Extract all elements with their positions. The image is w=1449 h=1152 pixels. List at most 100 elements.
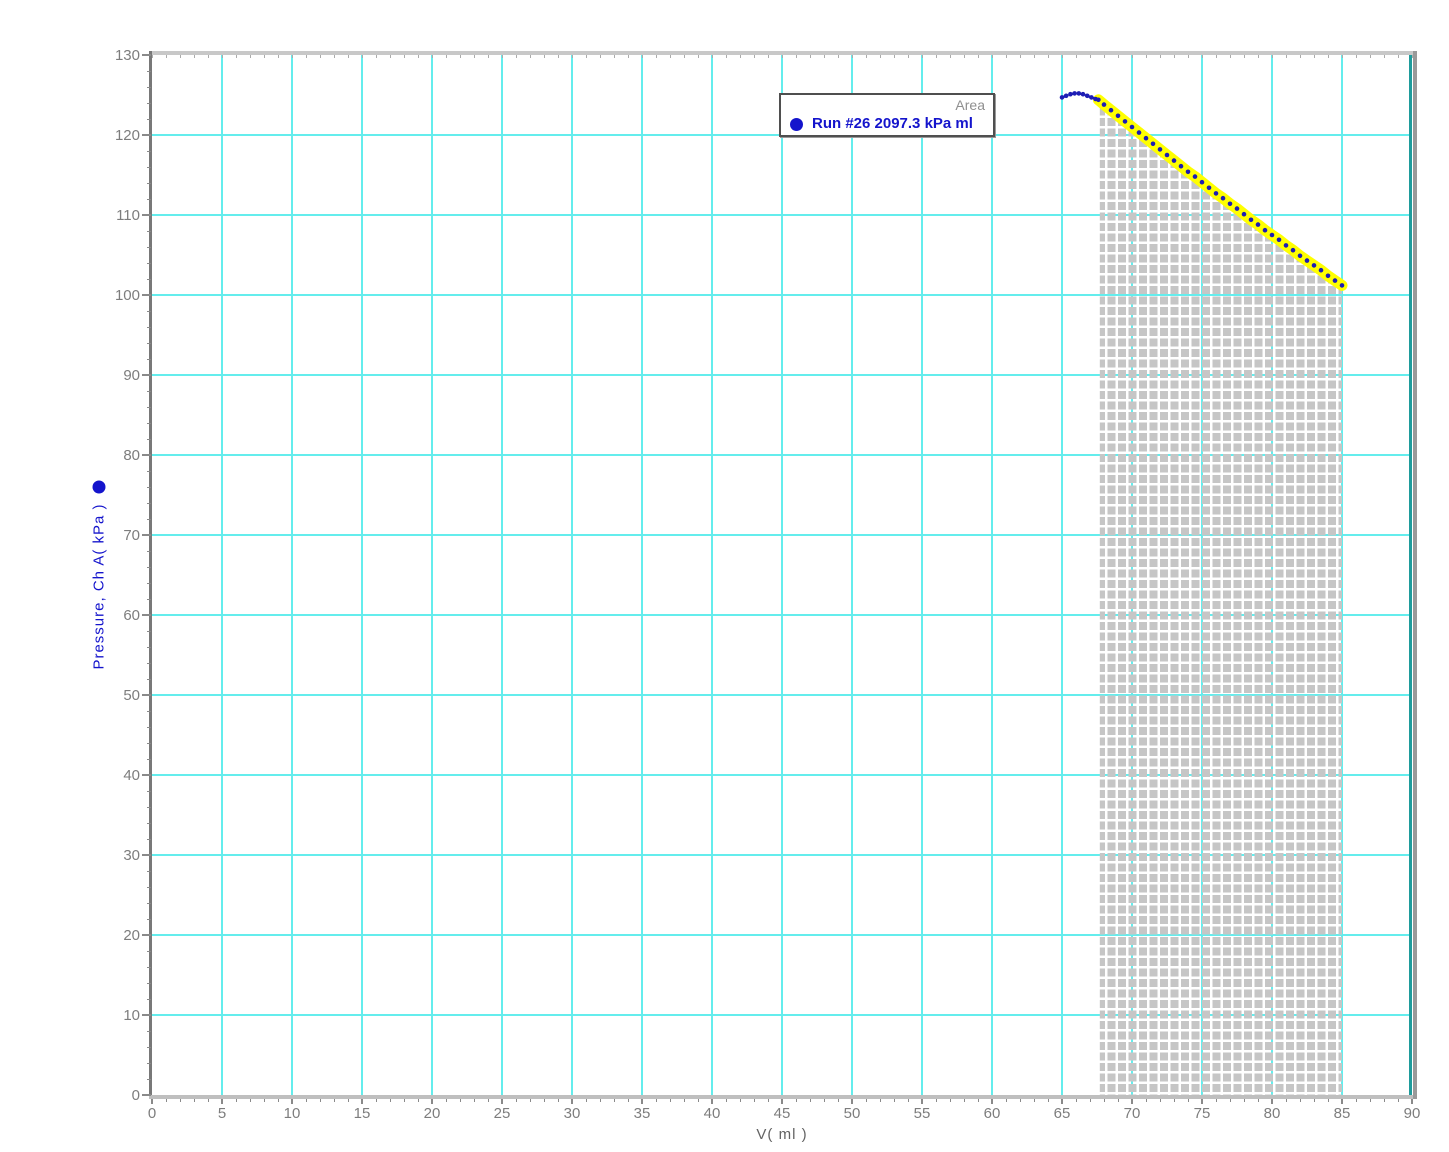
x-tick-mark: [1019, 1099, 1021, 1102]
x-top-tick-mark: [697, 55, 699, 58]
legend-area-label: Area: [955, 97, 985, 113]
y-tick-mark: [142, 134, 151, 136]
y-tick-mark: [147, 438, 151, 440]
y-tick-mark: [147, 182, 151, 184]
x-top-tick-mark: [1355, 55, 1357, 58]
plot-area[interactable]: [152, 55, 1412, 1095]
y-tick-mark: [147, 326, 151, 328]
x-top-tick-mark: [1187, 55, 1189, 58]
x-top-tick-mark: [893, 55, 895, 58]
x-top-tick-mark: [1117, 55, 1119, 58]
x-tick-mark: [1355, 1099, 1357, 1102]
y-tick-label: 90: [123, 367, 140, 384]
x-tick-mark: [613, 1099, 615, 1102]
y-tick-mark: [147, 790, 151, 792]
y-tick-mark: [147, 278, 151, 280]
y-tick-mark: [142, 774, 151, 776]
y-tick-mark: [147, 966, 151, 968]
x-tick-mark: [781, 1099, 783, 1104]
x-top-tick-mark: [655, 55, 657, 58]
x-top-tick-mark: [165, 55, 167, 58]
y-tick-mark: [142, 934, 151, 936]
x-tick-mark: [1327, 1099, 1329, 1102]
y-tick-mark: [147, 582, 151, 584]
x-tick-mark: [389, 1099, 391, 1102]
x-tick-mark: [543, 1099, 545, 1102]
x-tick-mark: [1383, 1099, 1385, 1102]
x-top-tick-mark: [1271, 55, 1273, 58]
plot-border-right: [1413, 51, 1417, 1099]
y-tick-mark: [147, 678, 151, 680]
x-tick-mark: [1033, 1099, 1035, 1102]
y-tick-mark: [147, 486, 151, 488]
y-tick-mark: [147, 982, 151, 984]
x-tick-label: 25: [493, 1105, 511, 1122]
y-tick-label: 60: [123, 607, 140, 624]
x-tick-mark: [907, 1099, 909, 1102]
x-tick-mark: [753, 1099, 755, 1102]
x-top-tick-mark: [473, 55, 475, 58]
y-tick-mark: [147, 150, 151, 152]
x-top-tick-mark: [403, 55, 405, 58]
x-top-tick-mark: [389, 55, 391, 58]
x-top-tick-mark: [543, 55, 545, 58]
y-tick-mark: [147, 870, 151, 872]
x-tick-label: 75: [1193, 1105, 1211, 1122]
x-top-tick-mark: [711, 55, 713, 58]
x-tick-mark: [221, 1099, 223, 1104]
x-top-tick-mark: [277, 55, 279, 58]
x-tick-mark: [333, 1099, 335, 1102]
x-tick-mark: [305, 1099, 307, 1102]
x-tick-mark: [1313, 1099, 1315, 1102]
x-tick-mark: [529, 1099, 531, 1102]
x-top-tick-mark: [1159, 55, 1161, 58]
x-tick-mark: [431, 1099, 433, 1104]
x-top-tick-mark: [977, 55, 979, 58]
x-top-tick-mark: [291, 55, 293, 58]
y-tick-mark: [147, 198, 151, 200]
y-tick-mark: [147, 518, 151, 520]
x-top-tick-mark: [459, 55, 461, 58]
x-axis-title: V( ml ): [756, 1126, 808, 1143]
y-tick-mark: [147, 550, 151, 552]
x-tick-mark: [809, 1099, 811, 1102]
x-top-tick-mark: [585, 55, 587, 58]
x-tick-mark: [151, 1099, 153, 1104]
legend-run-row: Run #26 2097.3 kPa ml: [790, 115, 985, 133]
y-tick-label: 40: [123, 767, 140, 784]
x-top-tick-mark: [641, 55, 643, 58]
x-tick-mark: [277, 1099, 279, 1102]
x-top-tick-mark: [683, 55, 685, 58]
x-top-tick-mark: [1215, 55, 1217, 58]
x-tick-mark: [1271, 1099, 1273, 1104]
x-tick-mark: [193, 1099, 195, 1102]
y-tick-mark: [142, 54, 151, 56]
x-tick-mark: [347, 1099, 349, 1102]
x-tick-mark: [459, 1099, 461, 1102]
x-tick-mark: [1299, 1099, 1301, 1102]
x-top-tick-mark: [1145, 55, 1147, 58]
x-tick-mark: [235, 1099, 237, 1102]
x-top-tick-mark: [837, 55, 839, 58]
x-top-tick-mark: [529, 55, 531, 58]
x-tick-mark: [1089, 1099, 1091, 1102]
y-tick-label: 80: [123, 447, 140, 464]
x-top-tick-mark: [193, 55, 195, 58]
x-tick-mark: [403, 1099, 405, 1102]
y-tick-mark: [147, 886, 151, 888]
x-tick-label: 70: [1123, 1105, 1141, 1122]
chart-canvas[interactable]: [152, 55, 1412, 1095]
x-top-tick-mark: [361, 55, 363, 58]
x-top-tick-mark: [725, 55, 727, 58]
x-top-tick-mark: [851, 55, 853, 58]
x-tick-mark: [599, 1099, 601, 1102]
y-tick-mark: [147, 1078, 151, 1080]
x-top-tick-mark: [1341, 55, 1343, 58]
legend[interactable]: Area Run #26 2097.3 kPa ml: [779, 93, 995, 137]
x-top-tick-mark: [949, 55, 951, 58]
x-top-tick-mark: [1397, 55, 1399, 58]
x-top-tick-mark: [921, 55, 923, 58]
y-tick-mark: [147, 166, 151, 168]
y-tick-mark: [147, 86, 151, 88]
y-tick-mark: [147, 998, 151, 1000]
